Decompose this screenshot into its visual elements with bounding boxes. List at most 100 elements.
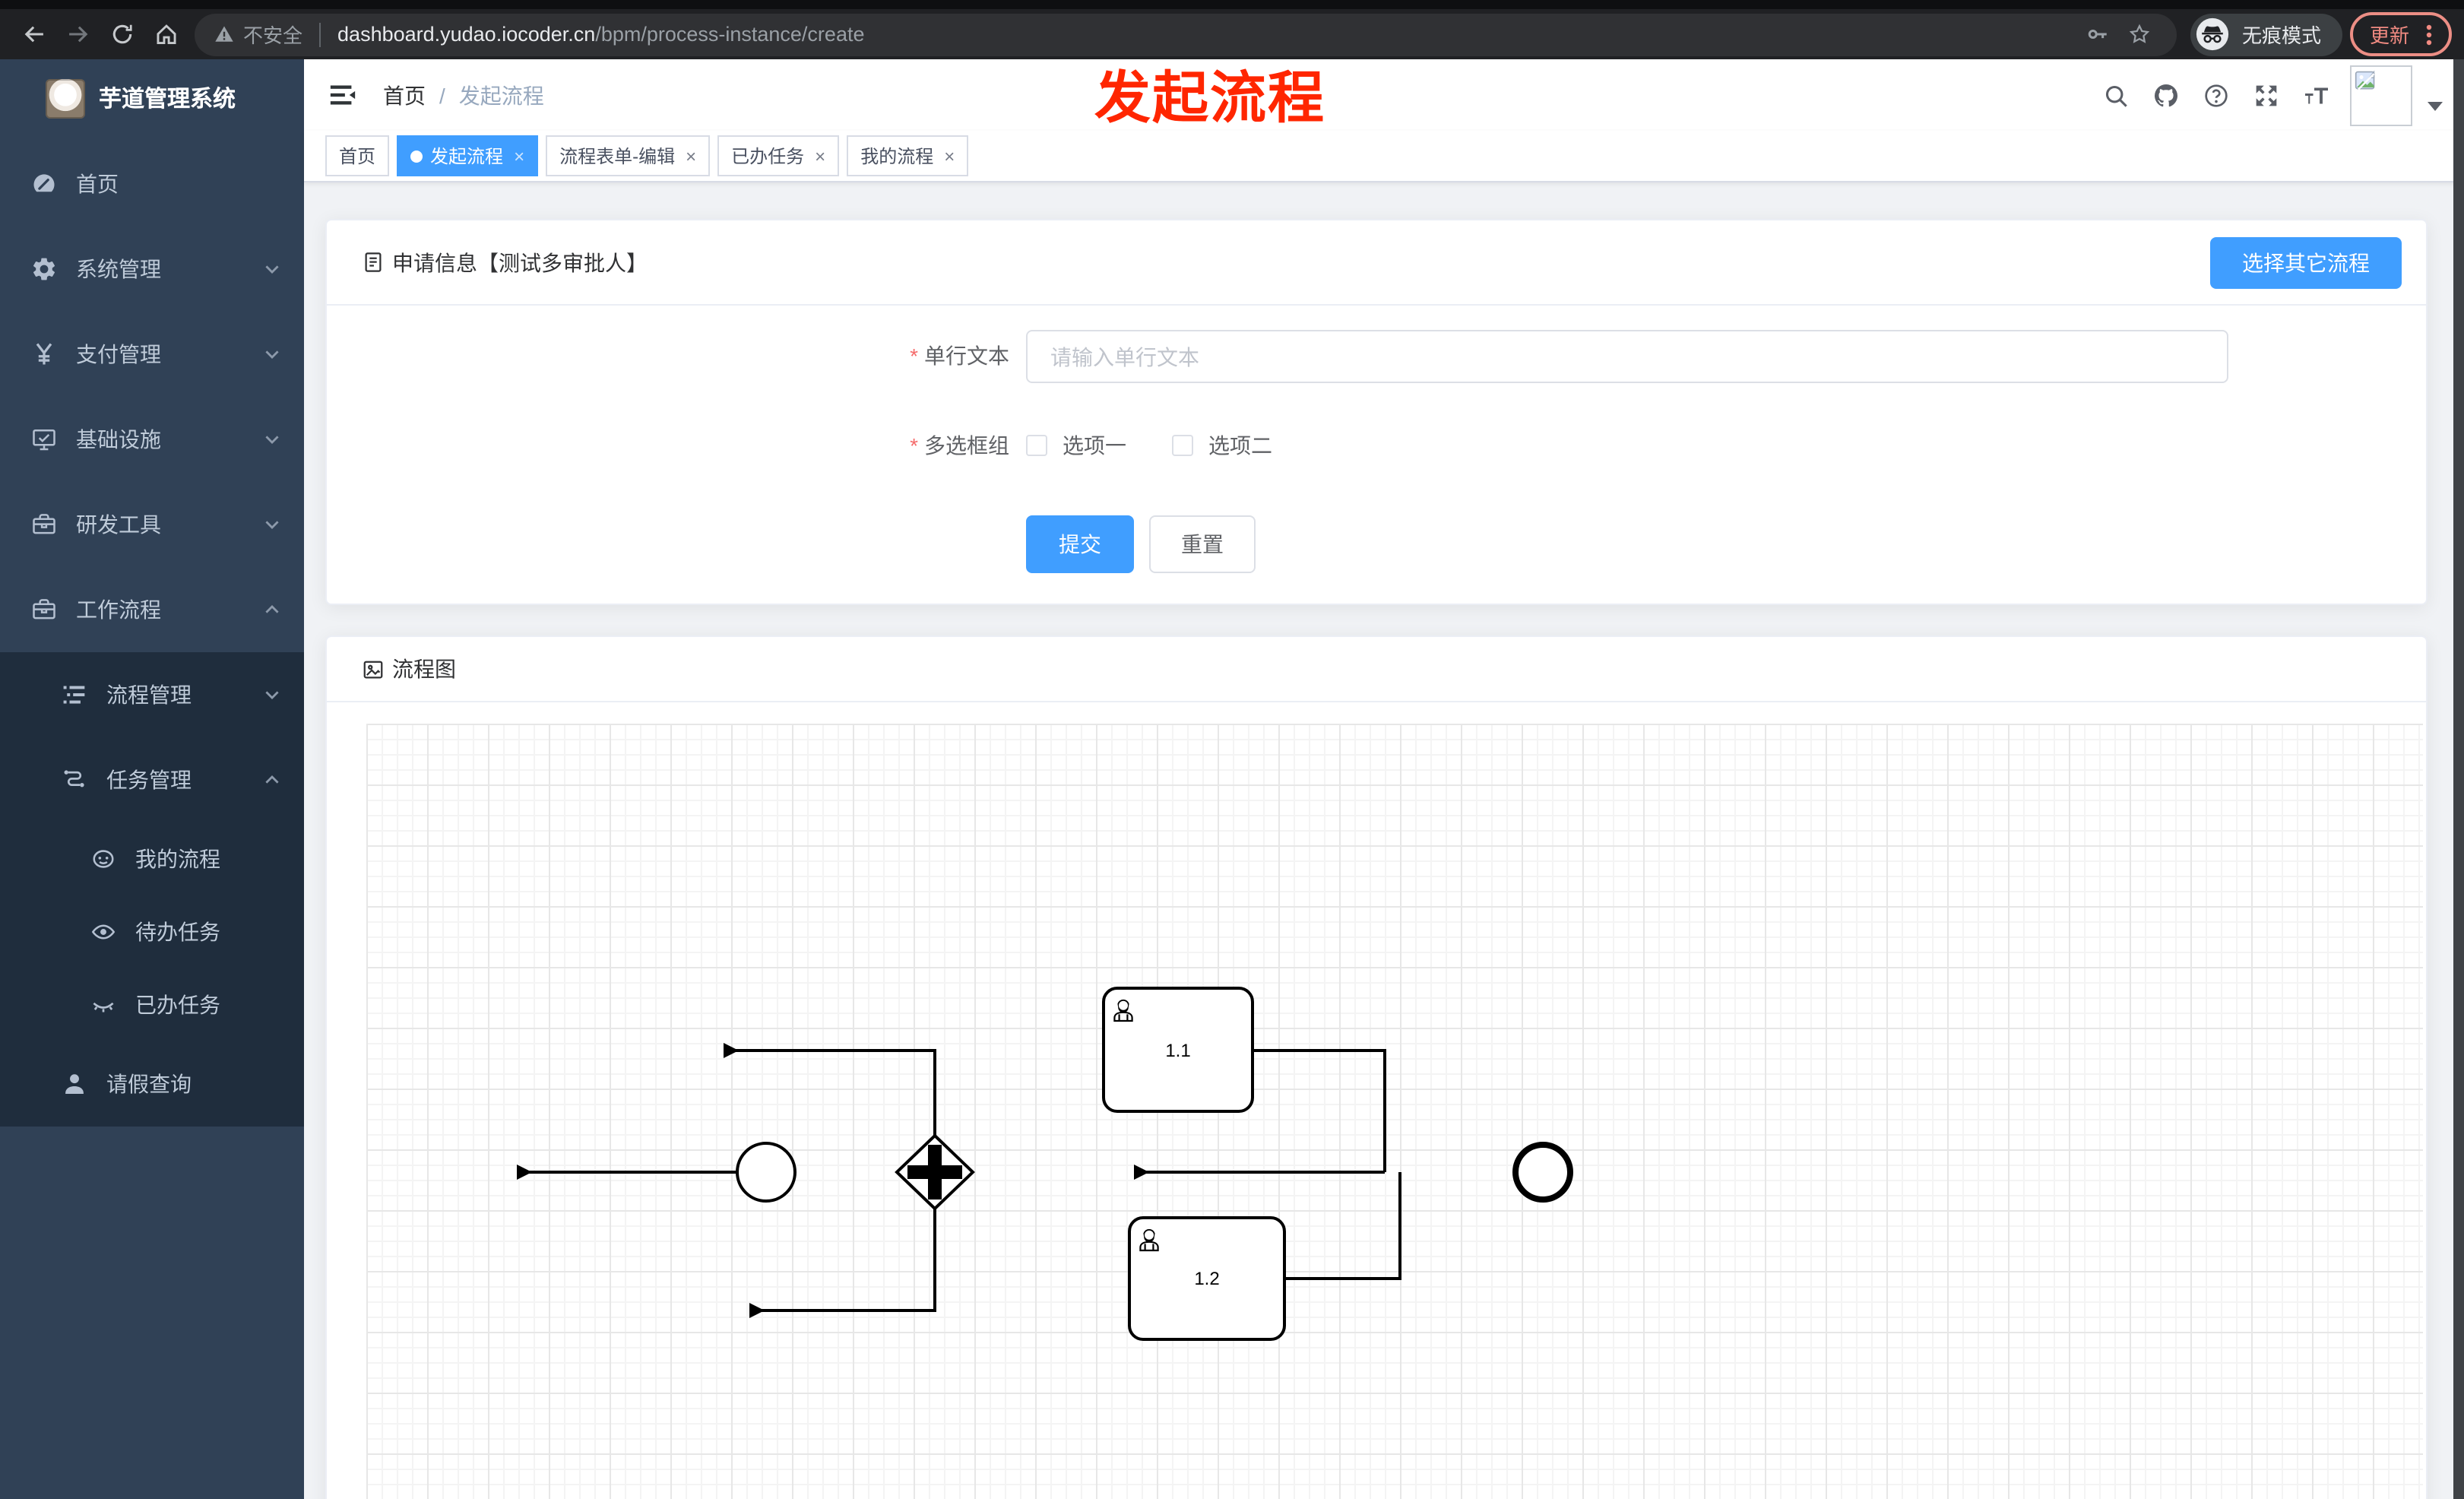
fullscreen-icon[interactable] (2241, 59, 2291, 131)
sidebar-item-11[interactable]: 请假查询 (0, 1041, 304, 1127)
logo-image (46, 78, 85, 118)
document-icon (365, 252, 382, 272)
chevron-down-icon (263, 686, 281, 704)
sidebar-item-7[interactable]: 任务管理 (0, 737, 304, 822)
main-area: 首页 / 发起流程 首页 发起流程 × 流程表单-编辑 × 已办任务 × 我的流程 × 申请信息… (304, 59, 2464, 1499)
sidebar-item-label: 流程管理 (106, 683, 192, 707)
sidebar-menu: 首页系统管理支付管理基础设施研发工具 工作流程流程管理任务管理我的流程待办任务已办… (0, 141, 304, 1127)
tab-close-icon[interactable]: × (686, 147, 696, 165)
navbar-right-icons (2090, 59, 2449, 131)
update-label: 更新 (2369, 24, 2409, 47)
submit-button[interactable]: 提交 (1026, 515, 1134, 573)
sidebar-item-0[interactable]: 首页 (0, 141, 304, 227)
reset-button[interactable]: 重置 (1149, 515, 1256, 573)
omnibox-divider (319, 22, 321, 46)
end-event[interactable] (1512, 1142, 1573, 1203)
tab-close-icon[interactable]: × (514, 147, 524, 165)
start-event[interactable] (736, 1142, 797, 1203)
sidebar-logo[interactable]: 芋道管理系统 (0, 59, 304, 137)
bookmark-star-icon[interactable] (2119, 13, 2162, 55)
sidebar-item-6[interactable]: 流程管理 (0, 652, 304, 737)
flow-arrowheads (517, 1043, 1149, 1318)
checkbox-option-1[interactable] (1026, 435, 1047, 456)
user-task-1-2[interactable]: 1.2 (1128, 1216, 1286, 1341)
password-key-icon[interactable] (2076, 13, 2119, 55)
eye-closed-icon (90, 991, 117, 1019)
app-title: 芋道管理系统 (99, 87, 236, 113)
url-host: dashboard.yudao.iocoder.cn (337, 23, 596, 46)
user-icon (61, 1070, 88, 1098)
sidebar-item-label: 基础设施 (76, 427, 161, 452)
chevron-down-icon (263, 260, 281, 278)
search-icon[interactable] (2090, 59, 2140, 131)
sidebar-item-label: 支付管理 (76, 342, 161, 366)
checkbox-option-1-label[interactable]: 选项一 (1063, 430, 1126, 461)
tab-label: 流程表单-编辑 (559, 146, 676, 167)
sidebar-item-label: 请假查询 (106, 1072, 192, 1096)
checkbox-option-2[interactable] (1172, 435, 1193, 456)
bpmn-canvas[interactable]: 1.1 1.2 (366, 724, 2423, 1499)
sidebar-item-3[interactable]: 基础设施 (0, 397, 304, 482)
sidebar-item-1[interactable]: 系统管理 (0, 227, 304, 312)
security-label[interactable]: 不安全 (243, 20, 302, 49)
browser-home-button[interactable] (144, 13, 188, 55)
hamburger-icon[interactable] (328, 81, 357, 109)
avatar[interactable] (2350, 65, 2412, 125)
browser-reload-button[interactable] (100, 13, 144, 55)
sidebar-item-8[interactable]: 我的流程 (0, 822, 304, 895)
sidebar-item-label: 已办任务 (135, 993, 220, 1017)
tab-4[interactable]: 我的流程 × (847, 135, 969, 176)
user-task-1-1[interactable]: 1.1 (1102, 987, 1254, 1113)
diagram-title: 流程图 (362, 654, 456, 684)
font-size-icon[interactable] (2291, 59, 2341, 131)
sidebar-item-5[interactable]: 工作流程 (0, 567, 304, 652)
sidebar-item-10[interactable]: 已办任务 (0, 968, 304, 1041)
dashboard-icon (30, 170, 58, 198)
single-line-input[interactable] (1026, 330, 2228, 383)
tab-close-icon[interactable]: × (944, 147, 955, 165)
browser-chrome: 不安全 dashboard.yudao.iocoder.cn /bpm/proc… (0, 0, 2464, 59)
select-other-process-button[interactable]: 选择其它流程 (2210, 237, 2402, 289)
caret-down-icon[interactable] (2428, 101, 2443, 110)
bpmn-diagram: 1.1 1.2 (517, 987, 1573, 1341)
sidebar-submenu: 流程管理任务管理我的流程待办任务已办任务请假查询 (0, 652, 304, 1127)
process-diagram-card: 流程图 1.1 1.2 (325, 635, 2428, 1499)
sidebar-item-2[interactable]: 支付管理 (0, 312, 304, 397)
browser-menu-icon[interactable] (2417, 22, 2441, 46)
url-bar[interactable]: 不安全 dashboard.yudao.iocoder.cn /bpm/proc… (195, 13, 2177, 55)
single-line-label: * 单行文本 (910, 344, 1009, 368)
tab-0[interactable]: 首页 (325, 135, 390, 176)
browser-update-button[interactable]: 更新 (2349, 12, 2452, 56)
help-icon[interactable] (2190, 59, 2241, 131)
tab-close-icon[interactable]: × (815, 147, 825, 165)
tab-3[interactable]: 已办任务 × (717, 135, 840, 176)
chevron-down-icon (263, 345, 281, 363)
breadcrumb-current: 发起流程 (458, 83, 544, 107)
picture-icon (363, 660, 383, 678)
sidebar-item-9[interactable]: 待办任务 (0, 895, 304, 968)
github-icon[interactable] (2140, 59, 2190, 131)
navbar: 首页 / 发起流程 (304, 59, 2464, 131)
tab-label: 发起流程 (430, 146, 504, 167)
face-icon (90, 845, 117, 873)
parallel-gateway[interactable] (895, 1133, 975, 1211)
chevron-down-icon (263, 430, 281, 448)
window-scrollbar[interactable] (2453, 59, 2464, 1499)
tab-2[interactable]: 流程表单-编辑 × (546, 135, 711, 176)
sidebar-item-label: 任务管理 (106, 768, 192, 792)
sidebar-item-4[interactable]: 研发工具 (0, 482, 304, 567)
chevron-down-icon (263, 515, 281, 534)
checkbox-group-label: * 多选框组 (910, 433, 1009, 458)
browser-forward-button[interactable] (56, 13, 100, 55)
sidebar-item-label: 系统管理 (76, 257, 161, 281)
apply-info-title: 申请信息【测试多审批人】 (362, 247, 648, 277)
sidebar-item-label: 待办任务 (135, 920, 220, 944)
checkbox-option-2-label[interactable]: 选项二 (1208, 430, 1272, 461)
incognito-icon (2196, 17, 2229, 51)
breadcrumb-home[interactable]: 首页 (383, 80, 426, 110)
browser-back-button[interactable] (12, 13, 56, 55)
tab-label: 我的流程 (860, 146, 934, 167)
task-label: 1.1 (1165, 1041, 1190, 1061)
tab-1[interactable]: 发起流程 × (397, 135, 539, 176)
chevron-up-icon (263, 771, 281, 789)
